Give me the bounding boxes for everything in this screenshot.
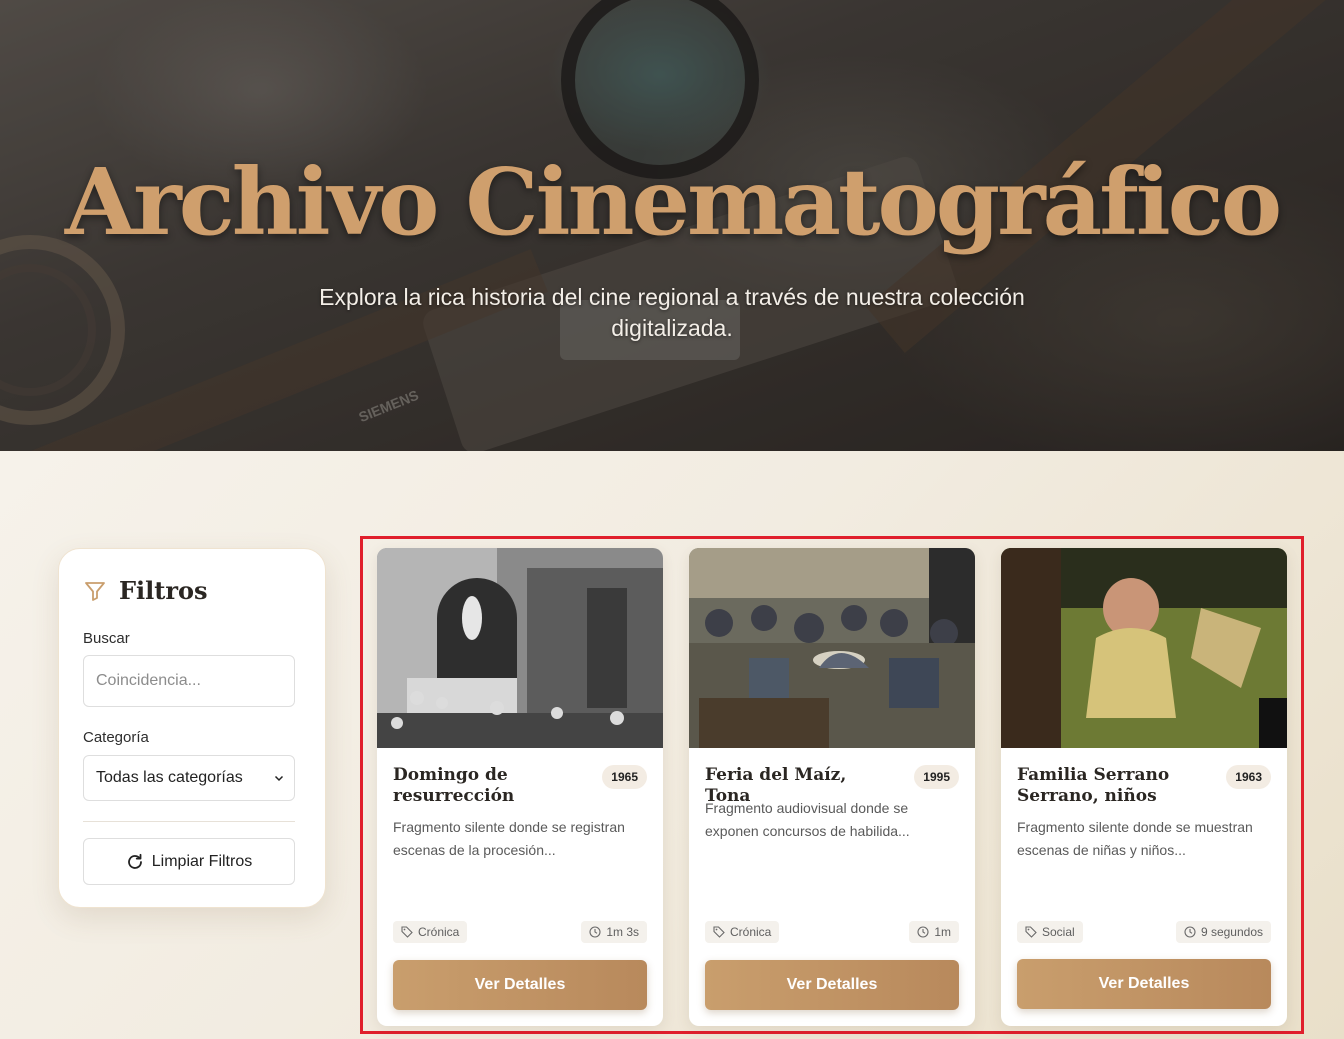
film-description: Fragmento silente donde se muestran esce… bbox=[1017, 819, 1253, 858]
clock-icon bbox=[917, 926, 929, 938]
category-tag: Crónica bbox=[705, 921, 780, 943]
hero-banner: SIEMENS Archivo Cinematográfico Explora … bbox=[0, 0, 1344, 451]
category-tag: Social bbox=[1017, 921, 1083, 943]
funnel-icon bbox=[85, 581, 105, 601]
category-tag: Crónica bbox=[393, 921, 468, 943]
film-thumbnail[interactable] bbox=[377, 548, 663, 748]
tag-icon bbox=[1025, 926, 1037, 938]
filters-divider bbox=[83, 821, 295, 822]
year-badge: 1995 bbox=[914, 765, 959, 789]
duration-tag: 9 segundos bbox=[1175, 921, 1271, 943]
film-title: Domingo de resurrección bbox=[393, 765, 515, 806]
view-details-button[interactable]: Ver Detalles bbox=[393, 960, 647, 1010]
view-details-button[interactable]: Ver Detalles bbox=[705, 960, 959, 1010]
category-label: Categoría bbox=[83, 729, 149, 746]
duration-tag-label: 9 segundos bbox=[1200, 925, 1263, 939]
category-tag-label: Crónica bbox=[730, 925, 772, 939]
duration-tag: 1m bbox=[909, 921, 959, 943]
film-description: Fragmento audiovisual donde se exponen c… bbox=[705, 800, 910, 839]
film-card[interactable]: Domingo de resurrección 1965 Fragmento s… bbox=[377, 548, 663, 1026]
category-tag-label: Social bbox=[1042, 925, 1075, 939]
film-card[interactable]: Familia Serrano Serrano, niños 1963 Frag… bbox=[1001, 548, 1287, 1026]
filters-panel: Filtros Buscar Categoría Todas las categ… bbox=[58, 548, 326, 908]
search-input[interactable] bbox=[83, 655, 295, 707]
view-details-button[interactable]: Ver Detalles bbox=[1017, 959, 1271, 1009]
film-description: Fragmento silente donde se registran esc… bbox=[393, 819, 625, 858]
search-label: Buscar bbox=[83, 630, 130, 647]
clear-filters-label: Limpiar Filtros bbox=[151, 852, 253, 870]
page-title: Archivo Cinematográfico bbox=[64, 148, 1282, 256]
year-badge: 1963 bbox=[1226, 765, 1271, 789]
film-title: Familia Serrano Serrano, niños bbox=[1017, 765, 1170, 806]
tag-icon bbox=[401, 926, 413, 938]
duration-tag-label: 1m 3s bbox=[606, 925, 639, 939]
filters-header: Filtros bbox=[83, 576, 208, 605]
tag-icon bbox=[713, 926, 725, 938]
clock-icon bbox=[1184, 926, 1196, 938]
category-tag-label: Crónica bbox=[418, 925, 460, 939]
film-card[interactable]: Feria del Maíz, Tona 1995 Fragmento audi… bbox=[689, 548, 975, 1026]
refresh-icon bbox=[127, 853, 142, 869]
duration-tag-label: 1m bbox=[934, 925, 951, 939]
clock-icon bbox=[589, 926, 601, 938]
page-subtitle: Explora la rica historia del cine region… bbox=[319, 284, 1025, 341]
film-thumbnail[interactable] bbox=[1001, 548, 1287, 748]
filters-title: Filtros bbox=[119, 576, 208, 605]
category-select-value: Todas las categorías bbox=[96, 769, 243, 786]
chevron-down-icon bbox=[274, 775, 284, 782]
duration-tag: 1m 3s bbox=[581, 921, 647, 943]
category-select[interactable]: Todas las categorías bbox=[83, 755, 295, 801]
film-thumbnail[interactable] bbox=[689, 548, 975, 748]
clear-filters-button[interactable]: Limpiar Filtros bbox=[83, 838, 295, 885]
year-badge: 1965 bbox=[602, 765, 647, 789]
